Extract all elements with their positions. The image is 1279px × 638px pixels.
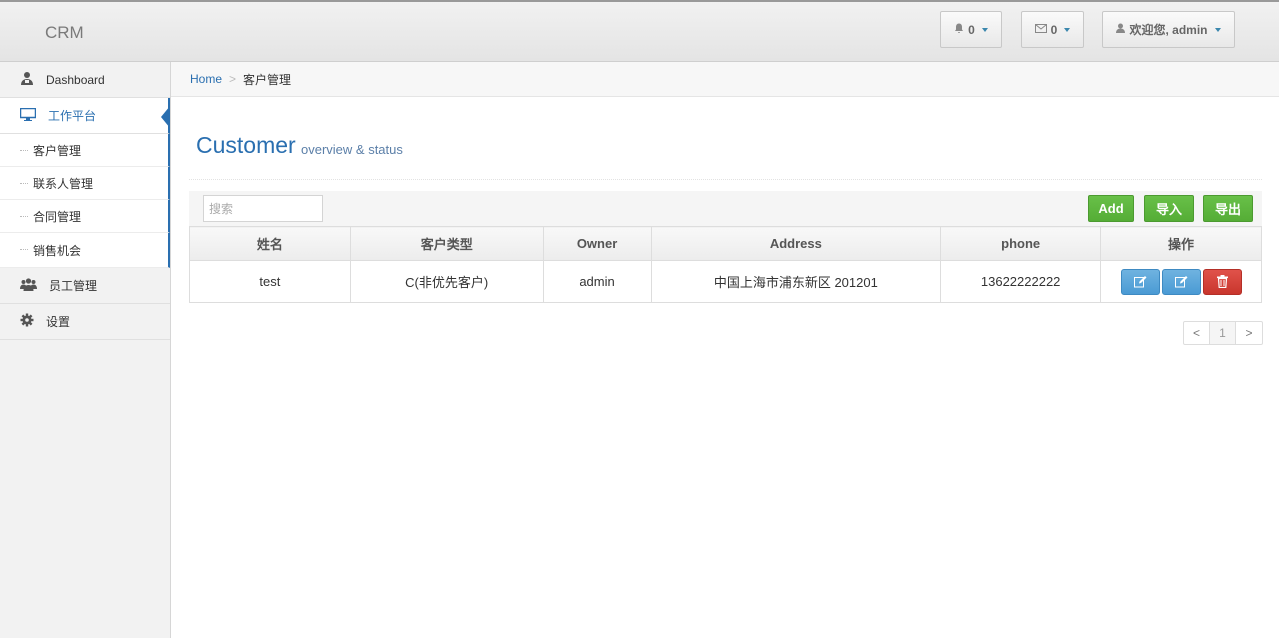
monitor-icon xyxy=(19,107,37,124)
table-header-row: 姓名 客户类型 Owner Address phone 操作 xyxy=(189,226,1262,261)
column-header-actions: 操作 xyxy=(1100,226,1262,261)
sidebar: Dashboard 工作平台 客户管理 联系人管理 合同管理 销售机会 员工管理… xyxy=(0,62,171,638)
subitem-label: 联系人管理 xyxy=(33,176,94,191)
sidebar-subitem-contacts[interactable]: 联系人管理 xyxy=(0,167,170,200)
active-indicator xyxy=(161,106,170,128)
page-subtitle: overview & status xyxy=(301,142,403,157)
import-button[interactable]: 导入 xyxy=(1144,195,1194,222)
envelope-icon xyxy=(1034,23,1047,36)
sidebar-subitem-opportunities[interactable]: 销售机会 xyxy=(0,233,170,268)
delete-button[interactable] xyxy=(1202,268,1242,295)
cell-phone: 13622222222 xyxy=(940,260,1102,303)
divider xyxy=(189,179,1262,180)
pagination-page-button[interactable]: 1 xyxy=(1210,322,1236,344)
user-icon xyxy=(1116,23,1126,36)
column-header-type[interactable]: 客户类型 xyxy=(349,226,544,261)
column-header-owner[interactable]: Owner xyxy=(542,226,652,261)
sidebar-item-workspace[interactable]: 工作平台 xyxy=(0,98,170,134)
sidebar-item-label: 设置 xyxy=(46,315,71,329)
search-input[interactable] xyxy=(203,195,323,222)
edit-icon xyxy=(1133,275,1147,287)
users-icon xyxy=(20,277,37,294)
breadcrumb: Home > 客户管理 xyxy=(171,62,1279,97)
column-header-address[interactable]: Address xyxy=(650,226,942,261)
page-title: Customer xyxy=(196,132,296,158)
breadcrumb-separator: > xyxy=(229,72,237,86)
table-row[interactable]: test C(非优先客户) admin 中国上海市浦东新区 201201 136… xyxy=(189,260,1262,303)
table-toolbar: Add 导入 导出 xyxy=(189,191,1262,227)
cell-type: C(非优先客户) xyxy=(349,260,544,303)
breadcrumb-home-link[interactable]: Home xyxy=(190,72,222,86)
subitem-label: 客户管理 xyxy=(33,143,82,158)
notifications-button[interactable]: 0 xyxy=(940,11,1002,48)
gear-icon xyxy=(20,313,34,330)
messages-button[interactable]: 0 xyxy=(1021,11,1084,48)
chevron-down-icon xyxy=(1214,27,1221,32)
sidebar-subitem-customers[interactable]: 客户管理 xyxy=(0,134,170,167)
sidebar-item-label: 员工管理 xyxy=(49,279,98,293)
export-button[interactable]: 导出 xyxy=(1203,195,1253,222)
edit-icon xyxy=(1174,275,1188,287)
column-header-phone[interactable]: phone xyxy=(940,226,1102,261)
brand-logo[interactable]: CRM xyxy=(45,23,84,43)
bell-icon xyxy=(954,23,964,37)
sidebar-item-settings[interactable]: 设置 xyxy=(0,304,170,340)
edit-button[interactable] xyxy=(1120,268,1160,295)
chevron-down-icon xyxy=(981,27,988,32)
trash-icon xyxy=(1216,275,1228,288)
column-header-name[interactable]: 姓名 xyxy=(189,226,351,261)
notifications-count: 0 xyxy=(968,22,975,37)
pagination-prev-button[interactable]: < xyxy=(1184,322,1210,344)
cell-owner: admin xyxy=(542,260,652,303)
breadcrumb-current: 客户管理 xyxy=(243,72,292,87)
customer-table: 姓名 客户类型 Owner Address phone 操作 test C(非优… xyxy=(189,226,1262,303)
chevron-down-icon xyxy=(1064,27,1071,32)
sidebar-item-dashboard[interactable]: Dashboard xyxy=(0,62,170,98)
cell-address: 中国上海市浦东新区 201201 xyxy=(650,260,942,303)
sidebar-item-label: Dashboard xyxy=(46,72,105,87)
top-navbar: CRM 0 0 欢迎您, admin xyxy=(0,0,1279,62)
sidebar-subitem-contracts[interactable]: 合同管理 xyxy=(0,200,170,233)
cell-name: test xyxy=(189,260,351,303)
user-label: 欢迎您, admin xyxy=(1129,23,1208,37)
subitem-label: 销售机会 xyxy=(33,243,82,258)
dashboard-icon xyxy=(20,71,34,88)
pagination: < 1 > xyxy=(1183,321,1263,345)
pagination-next-button[interactable]: > xyxy=(1236,322,1262,344)
subitem-label: 合同管理 xyxy=(33,209,82,224)
cell-actions xyxy=(1100,260,1262,303)
edit-detail-button[interactable] xyxy=(1161,268,1201,295)
add-button[interactable]: Add xyxy=(1088,195,1134,222)
user-menu-button[interactable]: 欢迎您, admin xyxy=(1102,11,1235,48)
sidebar-item-label: 工作平台 xyxy=(48,109,97,123)
sidebar-item-staff[interactable]: 员工管理 xyxy=(0,268,170,304)
messages-count: 0 xyxy=(1050,22,1058,37)
